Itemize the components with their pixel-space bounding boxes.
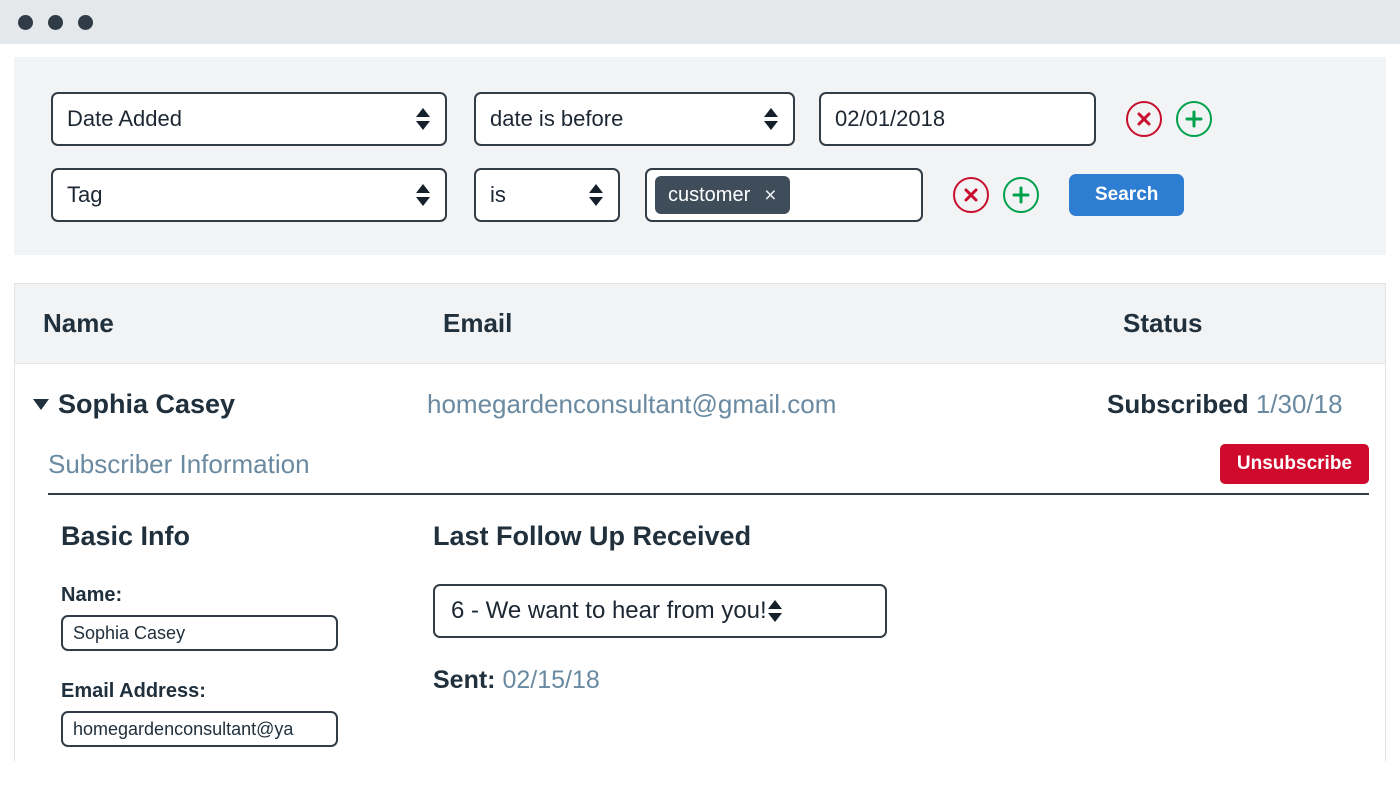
- tag-chip[interactable]: customer ×: [655, 176, 790, 214]
- table-header-row: Name Email Status: [15, 284, 1385, 364]
- chevron-updown-icon: [588, 184, 604, 206]
- filter-row-2: Tag is customer × Search: [14, 168, 1386, 222]
- detail-header: Subscriber Information Unsubscribe: [48, 444, 1369, 495]
- subscriber-detail-panel: Subscriber Information Unsubscribe Basic…: [15, 444, 1385, 747]
- filter-tag-input[interactable]: customer ×: [645, 168, 923, 222]
- chevron-updown-icon: [767, 600, 783, 622]
- window-titlebar: [0, 0, 1400, 44]
- filter-field-value-1: Date Added: [67, 106, 182, 131]
- subscribers-table: Name Email Status Sophia Casey homegarde…: [14, 283, 1386, 761]
- sent-info: Sent: 02/15/18: [433, 666, 1369, 695]
- filter-row-1: Date Added date is before 02/01/2018: [14, 92, 1386, 146]
- filter-field-select-2[interactable]: Tag: [51, 168, 447, 222]
- field-email: Email Address: homegardenconsultant@ya: [48, 680, 433, 747]
- unsubscribe-button[interactable]: Unsubscribe: [1219, 444, 1369, 484]
- sent-date: 02/15/18: [502, 666, 600, 694]
- filter-operator-value-2: is: [490, 182, 506, 207]
- table-row[interactable]: Sophia Casey homegardenconsultant@gmail.…: [15, 364, 1385, 444]
- filter-field-select-1[interactable]: Date Added: [51, 92, 447, 146]
- filter-field-value-2: Tag: [67, 182, 103, 207]
- tag-chip-remove-icon[interactable]: ×: [764, 185, 776, 206]
- circle-x-icon[interactable]: [1126, 101, 1162, 137]
- field-name: Name: Sophia Casey: [48, 584, 433, 651]
- follow-up-select[interactable]: 6 - We want to hear from you!: [433, 584, 887, 638]
- follow-up-section: Last Follow Up Received 6 - We want to h…: [433, 521, 1369, 747]
- maximize-dot[interactable]: [78, 14, 93, 30]
- tag-chip-label: customer: [668, 183, 751, 206]
- follow-up-heading: Last Follow Up Received: [433, 521, 752, 551]
- detail-title: Subscriber Information: [48, 448, 310, 479]
- minimize-dot[interactable]: [48, 14, 63, 30]
- chevron-updown-icon: [763, 108, 779, 130]
- name-field-label: Name:: [61, 584, 123, 606]
- basic-info-heading: Basic Info: [61, 521, 191, 551]
- detail-body: Basic Info Name: Sophia Casey Email Addr…: [48, 495, 1369, 747]
- circle-x-icon[interactable]: [953, 177, 989, 213]
- column-header-name: Name: [43, 308, 114, 338]
- circle-plus-icon[interactable]: [1176, 101, 1212, 137]
- chevron-updown-icon: [415, 184, 431, 206]
- chevron-updown-icon: [415, 108, 431, 130]
- circle-plus-icon[interactable]: [1003, 177, 1039, 213]
- name-input[interactable]: Sophia Casey: [61, 615, 338, 651]
- filter-panel: Date Added date is before 02/01/2018 Tag…: [14, 57, 1386, 255]
- filter-date-input[interactable]: 02/01/2018: [819, 92, 1096, 146]
- caret-down-icon[interactable]: [33, 398, 49, 410]
- status-date: 1/30/18: [1255, 388, 1343, 419]
- subscriber-email-link[interactable]: homegardenconsultant@gmail.com: [427, 389, 1107, 420]
- email-input[interactable]: homegardenconsultant@ya: [61, 711, 338, 747]
- follow-up-selected-value: 6 - We want to hear from you!: [451, 597, 767, 624]
- close-dot[interactable]: [18, 14, 33, 30]
- subscriber-name: Sophia Casey: [58, 388, 236, 419]
- sent-label: Sent:: [433, 666, 496, 694]
- filter-date-value: 02/01/2018: [835, 106, 946, 131]
- basic-info-section: Basic Info Name: Sophia Casey Email Addr…: [48, 521, 433, 747]
- search-button[interactable]: Search: [1069, 174, 1185, 216]
- filter-operator-value-1: date is before: [490, 106, 624, 131]
- email-field-label: Email Address:: [61, 680, 206, 702]
- column-header-status: Status: [1123, 308, 1203, 338]
- status-label: Subscribed: [1107, 388, 1249, 419]
- filter-operator-select-1[interactable]: date is before: [474, 92, 795, 146]
- status-badge: Subscribed 1/30/18: [1107, 389, 1385, 420]
- filter-operator-select-2[interactable]: is: [474, 168, 620, 222]
- cell-name[interactable]: Sophia Casey: [33, 389, 433, 420]
- column-header-email: Email: [443, 308, 513, 338]
